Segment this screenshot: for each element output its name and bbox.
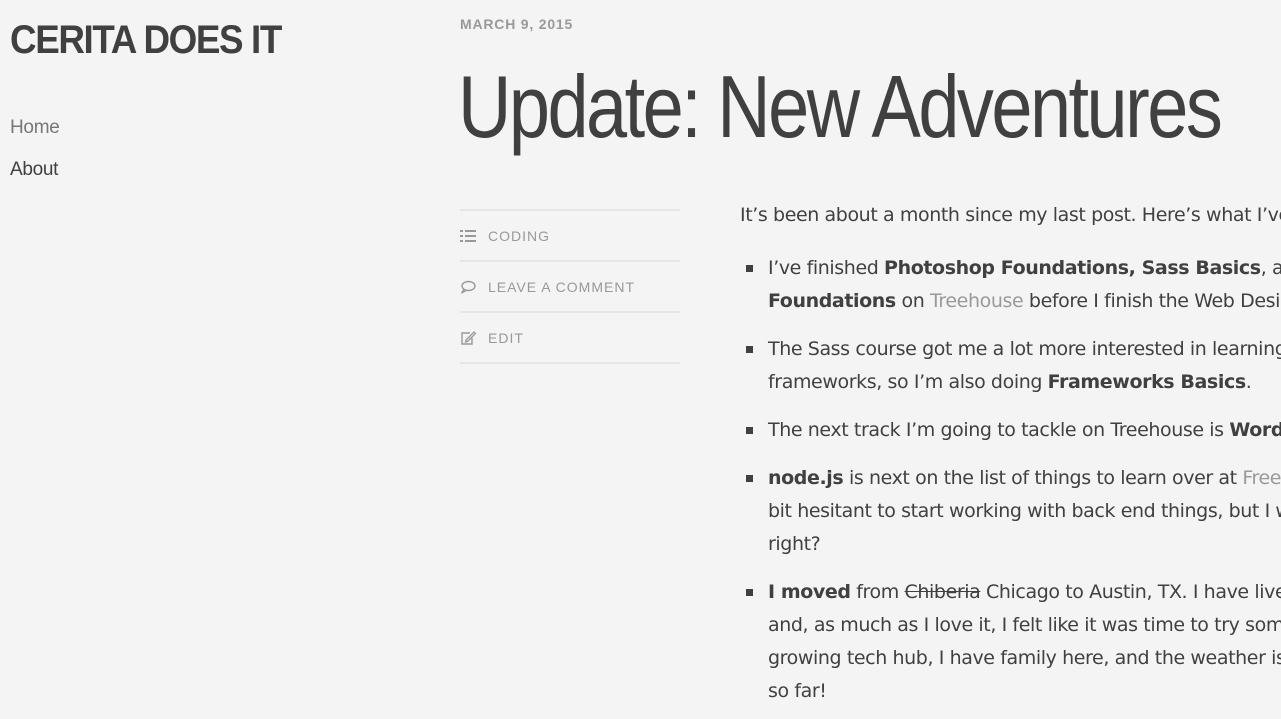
nav-home-link[interactable]: Home: [10, 115, 60, 157]
main-navigation: Home About: [10, 115, 60, 199]
bullet: [746, 475, 753, 482]
item-line: and, as much as I love it, I felt like i…: [768, 614, 1281, 636]
item-line: node.js is next on the list of things to…: [768, 462, 1281, 495]
item-line: right?: [768, 533, 821, 555]
item-line: I’ve finished Photoshop Foundations, Sas…: [768, 257, 1281, 279]
edit-label: EDIT: [488, 329, 524, 346]
speech-bubble-icon: [460, 280, 488, 294]
post-content: It’s been about a month since my last po…: [740, 199, 1281, 719]
intro-paragraph: It’s been about a month since my last po…: [740, 204, 1281, 226]
entry-meta: CODING LEAVE A COMMENT EDIT: [460, 209, 680, 364]
category-link[interactable]: CODING: [460, 211, 680, 262]
list-item: The next track I’m going to tackle on Tr…: [740, 414, 1281, 447]
bullet: [746, 265, 753, 272]
treehouse-link[interactable]: Treehouse: [930, 290, 1024, 312]
item-line: The Sass course got me a lot more intere…: [768, 338, 1281, 360]
list-item: The Sass course got me a lot more intere…: [740, 333, 1281, 399]
list-item: I’ve finished Photoshop Foundations, Sas…: [740, 252, 1281, 318]
site-title[interactable]: CERITA DOES IT: [10, 18, 282, 63]
item-line: The next track I’m going to tackle on Tr…: [768, 419, 1281, 441]
post-date[interactable]: MARCH 9, 2015: [460, 16, 573, 32]
leave-comment-label: LEAVE A COMMENT: [488, 278, 635, 295]
item-line: Foundations on Treehouse before I finish…: [768, 290, 1281, 312]
post-title: Update: New Adventures: [458, 57, 1223, 156]
category-label: CODING: [488, 227, 550, 244]
item-line: so far!: [768, 680, 827, 702]
item-line: growing tech hub, I have family here, an…: [768, 647, 1281, 669]
strikethrough-text: Chiberia: [904, 581, 981, 603]
bullet: [746, 589, 753, 596]
nav-about-link[interactable]: About: [10, 157, 59, 199]
edit-icon: [460, 330, 488, 345]
list-item: I moved from Chiberia Chicago to Austin,…: [740, 576, 1281, 708]
leave-comment-link[interactable]: LEAVE A COMMENT: [460, 262, 680, 313]
update-list: I’ve finished Photoshop Foundations, Sas…: [740, 252, 1281, 708]
freecodecamp-link[interactable]: FreeC: [1242, 467, 1281, 489]
list-icon: [460, 229, 488, 243]
item-line: frameworks, so I’m also doing Frameworks…: [768, 371, 1252, 393]
item-line: I moved from Chiberia Chicago to Austin,…: [768, 581, 1281, 603]
edit-link[interactable]: EDIT: [460, 313, 680, 364]
list-item: node.js is next on the list of things to…: [740, 462, 1281, 561]
bullet: [746, 346, 753, 353]
bullet: [746, 427, 753, 434]
item-line: bit hesitant to start working with back …: [768, 500, 1281, 522]
